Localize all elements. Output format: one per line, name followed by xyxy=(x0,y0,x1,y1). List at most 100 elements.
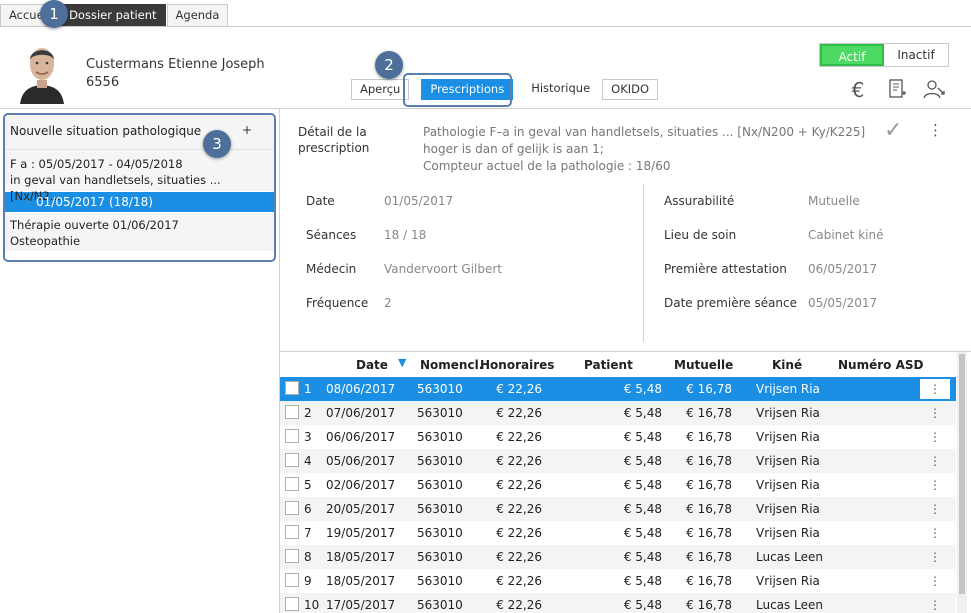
field-lieu-value: Cabinet kiné xyxy=(808,228,884,242)
col-kine[interactable]: Kiné xyxy=(772,358,802,372)
detail-text-line: hoger is dan of gelijk is aan 1; xyxy=(423,142,604,156)
table-row[interactable]: 5 02/06/2017 563010 € 22,26 € 5,48 € 16,78 Vri… xyxy=(280,473,956,497)
cell-nomencl: 563010 xyxy=(417,454,463,468)
status-toggle[interactable]: Actif Inactif xyxy=(819,43,949,67)
cell-honoraires: € 22,26 xyxy=(496,430,542,444)
table-row[interactable]: 6 20/05/2017 563010 € 22,26 € 5,48 € 16,78 Vri… xyxy=(280,497,956,521)
cell-mutuelle: € 16,78 xyxy=(686,574,732,588)
session-grid: 1 08/06/2017 563010 € 22,26 € 5,48 € 16,78 Vri… xyxy=(280,377,956,613)
table-row[interactable]: 1 08/06/2017 563010 € 22,26 € 5,48 € 16,78 Vri… xyxy=(280,377,956,401)
cell-patient: € 5,48 xyxy=(623,382,662,396)
cell-honoraires: € 22,26 xyxy=(496,574,542,588)
row-menu-icon[interactable]: ⋮ xyxy=(920,403,950,423)
row-number: 7 xyxy=(304,526,312,540)
table-row[interactable]: 9 18/05/2017 563010 € 22,26 € 5,48 € 16,78 Vri… xyxy=(280,569,956,593)
cell-kine: Vrijsen Ria xyxy=(756,430,820,444)
cell-mutuelle: € 16,78 xyxy=(686,526,732,540)
tab-agenda[interactable]: Agenda xyxy=(166,4,229,26)
cell-mutuelle: € 16,78 xyxy=(686,430,732,444)
row-menu-icon[interactable]: ⋮ xyxy=(920,523,950,543)
field-seances-label: Séances xyxy=(306,228,357,242)
cell-kine: Vrijsen Ria xyxy=(756,526,820,540)
row-checkbox[interactable] xyxy=(285,597,299,611)
toggle-actif[interactable]: Actif xyxy=(820,44,884,66)
divider xyxy=(0,108,971,109)
cell-kine: Vrijsen Ria xyxy=(756,502,820,516)
row-checkbox[interactable] xyxy=(285,381,299,395)
cell-date: 18/05/2017 xyxy=(326,574,396,588)
cell-mutuelle: € 16,78 xyxy=(686,382,732,396)
detail-text-line: Pathologie F–a in geval van handletsels,… xyxy=(423,125,866,139)
field-seances-value: 18 / 18 xyxy=(384,228,427,242)
table-row[interactable]: 8 18/05/2017 563010 € 22,26 € 5,48 € 16,78 Luc… xyxy=(280,545,956,569)
col-mutuelle[interactable]: Mutuelle xyxy=(674,358,733,372)
tab-dossier-patient[interactable]: Dossier patient xyxy=(60,4,166,26)
row-checkbox[interactable] xyxy=(285,477,299,491)
scrollbar-thumb[interactable] xyxy=(959,354,965,594)
cell-mutuelle: € 16,78 xyxy=(686,454,732,468)
row-checkbox[interactable] xyxy=(285,549,299,563)
cell-date: 05/06/2017 xyxy=(326,454,396,468)
table-row[interactable]: 4 05/06/2017 563010 € 22,26 € 5,48 € 16,78 Vri… xyxy=(280,449,956,473)
row-checkbox[interactable] xyxy=(285,501,299,515)
more-options-icon[interactable]: ⋮ xyxy=(928,121,943,139)
user-switch-icon[interactable] xyxy=(922,78,946,102)
grid-scrollbar[interactable] xyxy=(957,352,967,613)
table-row[interactable]: 7 19/05/2017 563010 € 22,26 € 5,48 € 16,78 Vri… xyxy=(280,521,956,545)
row-checkbox[interactable] xyxy=(285,453,299,467)
tab-okido[interactable]: OKIDO xyxy=(602,79,659,100)
callout-badge: 1 xyxy=(40,0,68,28)
cell-kine: Vrijsen Ria xyxy=(756,454,820,468)
row-menu-icon[interactable]: ⋮ xyxy=(920,379,950,399)
sort-desc-icon[interactable]: ▼ xyxy=(398,356,406,369)
tab-apercu[interactable]: Aperçu xyxy=(351,79,410,100)
cell-mutuelle: € 16,78 xyxy=(686,550,732,564)
cell-kine: Lucas Leen xyxy=(756,550,823,564)
tab-historique[interactable]: Historique xyxy=(523,79,599,100)
row-number: 9 xyxy=(304,574,312,588)
cell-honoraires: € 22,26 xyxy=(496,526,542,540)
cell-honoraires: € 22,26 xyxy=(496,550,542,564)
checkmark-icon[interactable]: ✓ xyxy=(884,118,902,143)
row-menu-icon[interactable]: ⋮ xyxy=(920,571,950,591)
row-checkbox[interactable] xyxy=(285,429,299,443)
field-date-premiere-seance-value: 05/05/2017 xyxy=(808,296,878,310)
invoice-icon[interactable] xyxy=(885,78,909,102)
col-honoraires[interactable]: Honoraires xyxy=(480,358,554,372)
row-menu-icon[interactable]: ⋮ xyxy=(920,427,950,447)
row-checkbox[interactable] xyxy=(285,525,299,539)
callout-badge: 2 xyxy=(375,51,403,79)
field-date-value: 01/05/2017 xyxy=(384,194,454,208)
col-numero-asd[interactable]: Numéro ASD xyxy=(838,358,923,372)
table-row[interactable]: 2 07/06/2017 563010 € 22,26 € 5,48 € 16,78 Vri… xyxy=(280,401,956,425)
row-menu-icon[interactable]: ⋮ xyxy=(920,499,950,519)
cell-honoraires: € 22,26 xyxy=(496,502,542,516)
cell-honoraires: € 22,26 xyxy=(496,406,542,420)
row-number: 2 xyxy=(304,406,312,420)
row-menu-icon[interactable]: ⋮ xyxy=(920,451,950,471)
field-premiere-attestation-value: 06/05/2017 xyxy=(808,262,878,276)
table-row[interactable]: 3 06/06/2017 563010 € 22,26 € 5,48 € 16,78 Vri… xyxy=(280,425,956,449)
cell-honoraires: € 22,26 xyxy=(496,382,542,396)
row-menu-icon[interactable]: ⋮ xyxy=(920,595,950,613)
field-premiere-attestation-label: Première attestation xyxy=(664,262,787,276)
col-nomencl[interactable]: Nomencl. xyxy=(420,358,483,372)
row-checkbox[interactable] xyxy=(285,405,299,419)
col-date[interactable]: Date xyxy=(356,358,388,372)
field-assurabilite-value: Mutuelle xyxy=(808,194,860,208)
euro-icon[interactable]: € xyxy=(846,78,870,102)
cell-mutuelle: € 16,78 xyxy=(686,598,732,612)
cell-patient: € 5,48 xyxy=(623,454,662,468)
cell-date: 02/06/2017 xyxy=(326,478,396,492)
cell-kine: Vrijsen Ria xyxy=(756,574,820,588)
col-patient[interactable]: Patient xyxy=(584,358,633,372)
row-number: 4 xyxy=(304,454,312,468)
row-menu-icon[interactable]: ⋮ xyxy=(920,547,950,567)
table-row[interactable]: 10 17/05/2017 563010 € 22,26 € 5,48 € 16,78 Lu… xyxy=(280,593,956,613)
grid-header: Date ▼ Nomencl. Honoraires Patient Mutue… xyxy=(280,352,956,377)
toggle-inactif[interactable]: Inactif xyxy=(884,44,948,66)
cell-kine: Vrijsen Ria xyxy=(756,382,820,396)
row-checkbox[interactable] xyxy=(285,573,299,587)
top-tab-bar: Accueil Dossier patient Agenda xyxy=(0,4,229,26)
row-menu-icon[interactable]: ⋮ xyxy=(920,475,950,495)
